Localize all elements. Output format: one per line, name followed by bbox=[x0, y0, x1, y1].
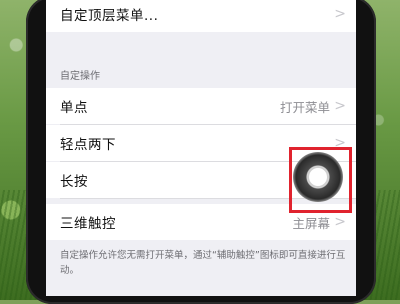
single-tap-label: 单点 bbox=[60, 100, 88, 116]
single-tap-value: 打开菜单 bbox=[279, 99, 330, 115]
3d-touch-value: 主屏幕 bbox=[292, 215, 330, 231]
section-header: 自定操作 bbox=[60, 71, 100, 82]
customize-top-menu-row[interactable]: 自定顶层菜单... > bbox=[46, 0, 356, 32]
footer-description: 自定操作允许您无需打开菜单，通过“辅助触控”图标即可直接进行互动。 bbox=[60, 250, 346, 276]
chevron-right-icon: > bbox=[334, 98, 346, 114]
highlight-box bbox=[289, 147, 352, 213]
chevron-right-icon: > bbox=[334, 214, 346, 230]
customize-top-menu-label: 自定顶层菜单... bbox=[60, 8, 159, 24]
long-press-label: 长按 bbox=[60, 174, 88, 190]
single-tap-row[interactable]: 单点 打开菜单 > bbox=[46, 88, 356, 124]
3d-touch-label: 三维触控 bbox=[60, 216, 116, 232]
double-tap-label: 轻点两下 bbox=[60, 137, 116, 153]
chevron-right-icon: > bbox=[334, 6, 346, 22]
